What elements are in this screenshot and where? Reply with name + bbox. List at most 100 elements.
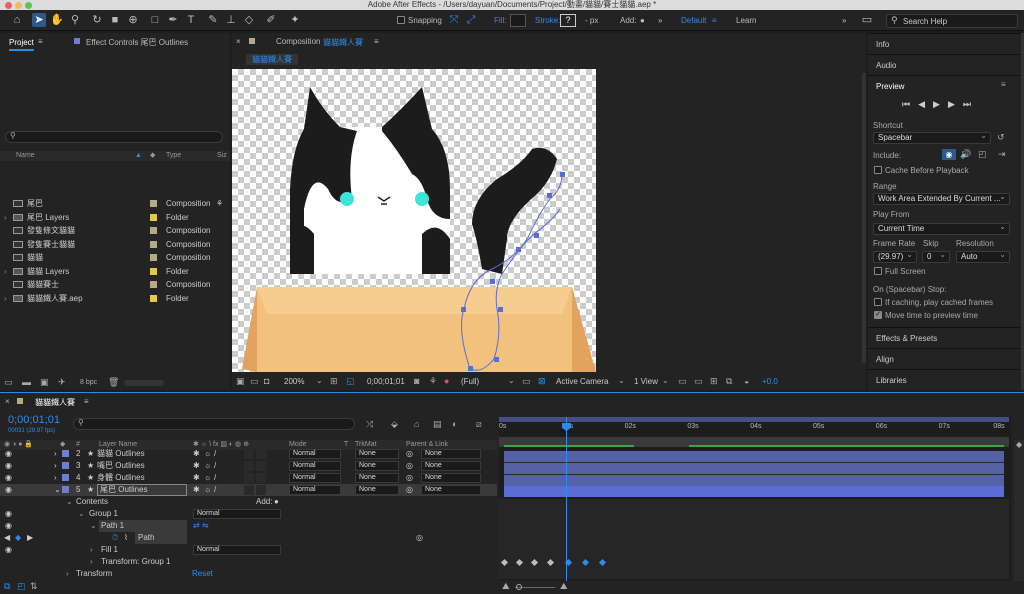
layer-row[interactable]: ◉ ⌄ 5 ★ 尾巴 Outlines ✱ ☼ / Normal None ◎ None xyxy=(0,484,497,496)
layer-parent-dropdown[interactable]: None xyxy=(421,485,481,495)
search-help-field[interactable]: ⚲ Search Help xyxy=(886,14,1018,28)
pen-tool-icon[interactable]: ✒ xyxy=(166,13,180,27)
effects-presets-header[interactable]: Effects & Presets xyxy=(868,327,1021,348)
comp-scrollbar[interactable] xyxy=(862,73,866,363)
layer-bars[interactable] xyxy=(504,451,1004,497)
graph-editor-icon[interactable]: ⧄ xyxy=(476,419,482,430)
prev-frame-icon[interactable]: ◀ xyxy=(918,99,933,109)
tab-effect-controls[interactable]: Effect Controls 尾巴 Outlines xyxy=(86,37,188,48)
toggle-modes-icon[interactable]: ◰ xyxy=(17,581,26,592)
flowchart-icon[interactable]: ⧉ xyxy=(726,376,732,387)
expand-arrow-icon[interactable]: › xyxy=(4,265,7,278)
label-color-swatch[interactable] xyxy=(150,281,157,288)
zoom-dropdown-icon[interactable]: ⌄ xyxy=(316,376,323,385)
project-item[interactable]: 貓貓 Composition xyxy=(0,251,230,264)
channel-icon[interactable]: ● xyxy=(444,376,449,386)
keyframe-marker-icon[interactable]: ◆ xyxy=(15,532,21,544)
label-color-swatch[interactable] xyxy=(150,267,157,275)
path-direction-icon[interactable]: ⇄ ⇋ xyxy=(193,520,209,532)
roi-icon[interactable]: ▭ xyxy=(522,376,531,387)
fill1-mode-dropdown[interactable]: Normal xyxy=(193,545,281,555)
info-panel-header[interactable]: Info xyxy=(868,33,1021,54)
roto-brush-tool-icon[interactable]: ✐ xyxy=(264,13,278,27)
camera-dropdown[interactable]: Active Camera xyxy=(556,377,608,386)
transform-row[interactable]: › Transform Reset xyxy=(0,568,497,580)
next-keyframe-icon[interactable]: ▶ xyxy=(27,532,33,544)
project-item[interactable]: › 貓貓 Layers Folder xyxy=(0,265,230,278)
pan-behind-tool-icon[interactable]: ⊕ xyxy=(126,13,140,27)
contents-row[interactable]: ⌄ Contents Add: ● xyxy=(0,496,497,508)
prev-keyframe-icon[interactable]: ◀ xyxy=(4,532,10,544)
quality-switch-icon[interactable]: / xyxy=(214,484,216,496)
layer-trkmat-dropdown[interactable]: None xyxy=(355,449,399,459)
col-type[interactable]: Type xyxy=(166,151,181,161)
group1-mode-dropdown[interactable]: Normal xyxy=(193,509,281,519)
project-tab-menu-icon[interactable]: ≡ xyxy=(38,37,43,46)
path1-row[interactable]: ◉ ⌄ Path 1 ⇄ ⇋ xyxy=(0,520,497,532)
preview-menu-icon[interactable]: ≡ xyxy=(1001,80,1006,89)
switch-box[interactable] xyxy=(244,485,254,495)
collapse-arrow-icon[interactable]: › xyxy=(90,544,93,556)
zoom-level[interactable]: 200% xyxy=(284,377,304,386)
eye-icon[interactable]: ◉ xyxy=(5,544,12,556)
fill-swatch[interactable] xyxy=(510,14,526,27)
path-property-row[interactable]: ◀ ◆ ▶ ⏱ ⌇ Path ◎ xyxy=(0,532,497,544)
switch-box[interactable] xyxy=(256,461,266,471)
align-header[interactable]: Align xyxy=(868,348,1021,369)
composition-tab-name[interactable]: 貓貓鐵人賽 xyxy=(323,37,363,48)
collapse-switch-icon[interactable]: ☼ xyxy=(204,472,211,484)
shortcut-dropdown[interactable]: Spacebar xyxy=(873,131,991,144)
timeline-track-area[interactable]: 0s01s02s03s04s05s06s07s08s xyxy=(499,417,1011,581)
collapse-arrow-icon[interactable]: › xyxy=(66,568,69,580)
rotate-tool-icon[interactable]: ↻ xyxy=(90,13,104,27)
play-from-dropdown[interactable]: Current Time xyxy=(873,222,1010,235)
camera-tool-icon[interactable]: ■ xyxy=(108,13,122,27)
comp-tab-menu-icon[interactable]: ≡ xyxy=(374,37,379,46)
workspace-switch-icon[interactable]: ▭ xyxy=(860,13,874,27)
hand-tool-icon[interactable]: ✋ xyxy=(50,13,64,27)
view-layout-dropdown[interactable]: 1 View xyxy=(634,377,658,386)
add-content-icon[interactable]: ● xyxy=(274,496,279,508)
draft-3d-icon[interactable]: ⬙ xyxy=(391,419,398,430)
next-frame-icon[interactable]: ▶ xyxy=(948,99,963,109)
delete-icon[interactable]: 🗑 xyxy=(108,377,119,388)
camera-dropdown-icon[interactable]: ⌄ xyxy=(618,376,625,385)
expand-arrow-icon[interactable]: ⌄ xyxy=(54,484,61,496)
layer-row[interactable]: ◉ › 2 ★ 貓貓 Outlines ✱ ☼ / Normal None ◎ None xyxy=(0,448,497,460)
collapse-arrow-icon[interactable]: › xyxy=(90,556,93,568)
composition-tab-label[interactable]: Composition xyxy=(276,37,320,46)
switch-box[interactable] xyxy=(244,449,254,459)
stopwatch-icon[interactable]: ⏱ xyxy=(112,532,118,544)
bpc-label[interactable]: 8 bpc xyxy=(80,379,97,386)
label-color-swatch[interactable] xyxy=(150,213,157,221)
switch-box[interactable] xyxy=(244,461,254,471)
tab-project[interactable]: Project xyxy=(9,38,34,51)
eye-icon[interactable]: ◉ xyxy=(5,508,12,520)
label-color-swatch[interactable] xyxy=(62,486,69,493)
move-time-checkbox[interactable]: ✓ xyxy=(874,311,882,319)
expand-arrow-icon[interactable]: ⌄ xyxy=(66,496,73,508)
thumbnail-slider[interactable] xyxy=(124,380,164,386)
brush-tool-icon[interactable]: ✎ xyxy=(206,13,220,27)
include-external-icon[interactable]: ⇥ xyxy=(998,149,1006,160)
zoom-window-button[interactable] xyxy=(25,2,32,9)
expand-arrow-icon[interactable]: ⌄ xyxy=(78,508,85,520)
parent-pickwhip-icon[interactable]: ◎ xyxy=(406,472,413,484)
switch-box[interactable] xyxy=(244,473,254,483)
transform-group-row[interactable]: › Transform: Group 1 xyxy=(0,556,497,568)
timeline-scrollbar[interactable]: ◆ xyxy=(1014,440,1024,581)
include-video-icon[interactable]: ◉ xyxy=(942,149,956,160)
timeline-tab[interactable]: 貓貓鐵人賽 xyxy=(35,397,75,408)
switch-box[interactable] xyxy=(256,485,266,495)
col-name[interactable]: Name xyxy=(16,151,35,161)
eye-icon[interactable]: ◉ xyxy=(5,472,12,484)
expand-arrow-icon[interactable]: › xyxy=(54,448,57,460)
snap-edges-icon[interactable]: ⤢ xyxy=(464,13,478,27)
project-item[interactable]: 發隻條文貓貓 Composition xyxy=(0,224,230,237)
switch-box[interactable] xyxy=(256,473,266,483)
monitor-icon[interactable]: ▭ xyxy=(250,376,259,387)
col-size[interactable]: Siz xyxy=(217,151,227,161)
label-color-swatch[interactable] xyxy=(150,227,157,234)
project-item[interactable]: › 貓貓鐵人賽.aep Folder xyxy=(0,292,230,305)
reset-exposure-icon[interactable]: ◒ xyxy=(744,376,749,386)
